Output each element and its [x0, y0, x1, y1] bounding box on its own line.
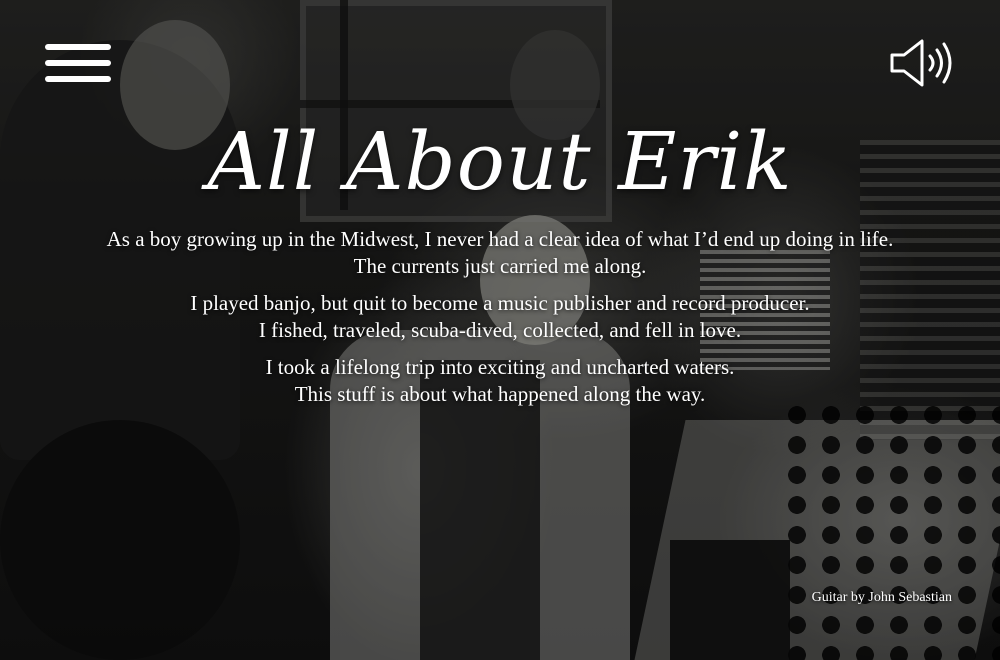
sound-toggle-button[interactable] [888, 38, 958, 88]
intro-paragraph: I took a lifelong trip into exciting and… [100, 354, 900, 408]
intro-paragraph: I played banjo, but quit to become a mus… [100, 290, 900, 344]
menu-button[interactable] [45, 44, 111, 82]
intro-line: I took a lifelong trip into exciting and… [265, 355, 735, 379]
intro-line: I played banjo, but quit to become a mus… [190, 291, 810, 315]
speaker-volume-icon [890, 39, 952, 87]
page-title: All About Erik [207, 115, 793, 208]
hamburger-menu-icon [45, 60, 111, 66]
audio-credit: Guitar by John Sebastian [811, 590, 952, 605]
hamburger-menu-icon [45, 44, 111, 50]
intro-paragraph: As a boy growing up in the Midwest, I ne… [100, 226, 900, 280]
intro-text: As a boy growing up in the Midwest, I ne… [100, 226, 900, 418]
intro-line: This stuff is about what happened along … [294, 382, 706, 406]
hamburger-menu-icon [45, 76, 111, 82]
intro-line: As a boy growing up in the Midwest, I ne… [106, 227, 894, 251]
intro-line: The currents just carried me along. [353, 254, 647, 278]
intro-line: I fished, traveled, scuba-dived, collect… [258, 318, 742, 342]
